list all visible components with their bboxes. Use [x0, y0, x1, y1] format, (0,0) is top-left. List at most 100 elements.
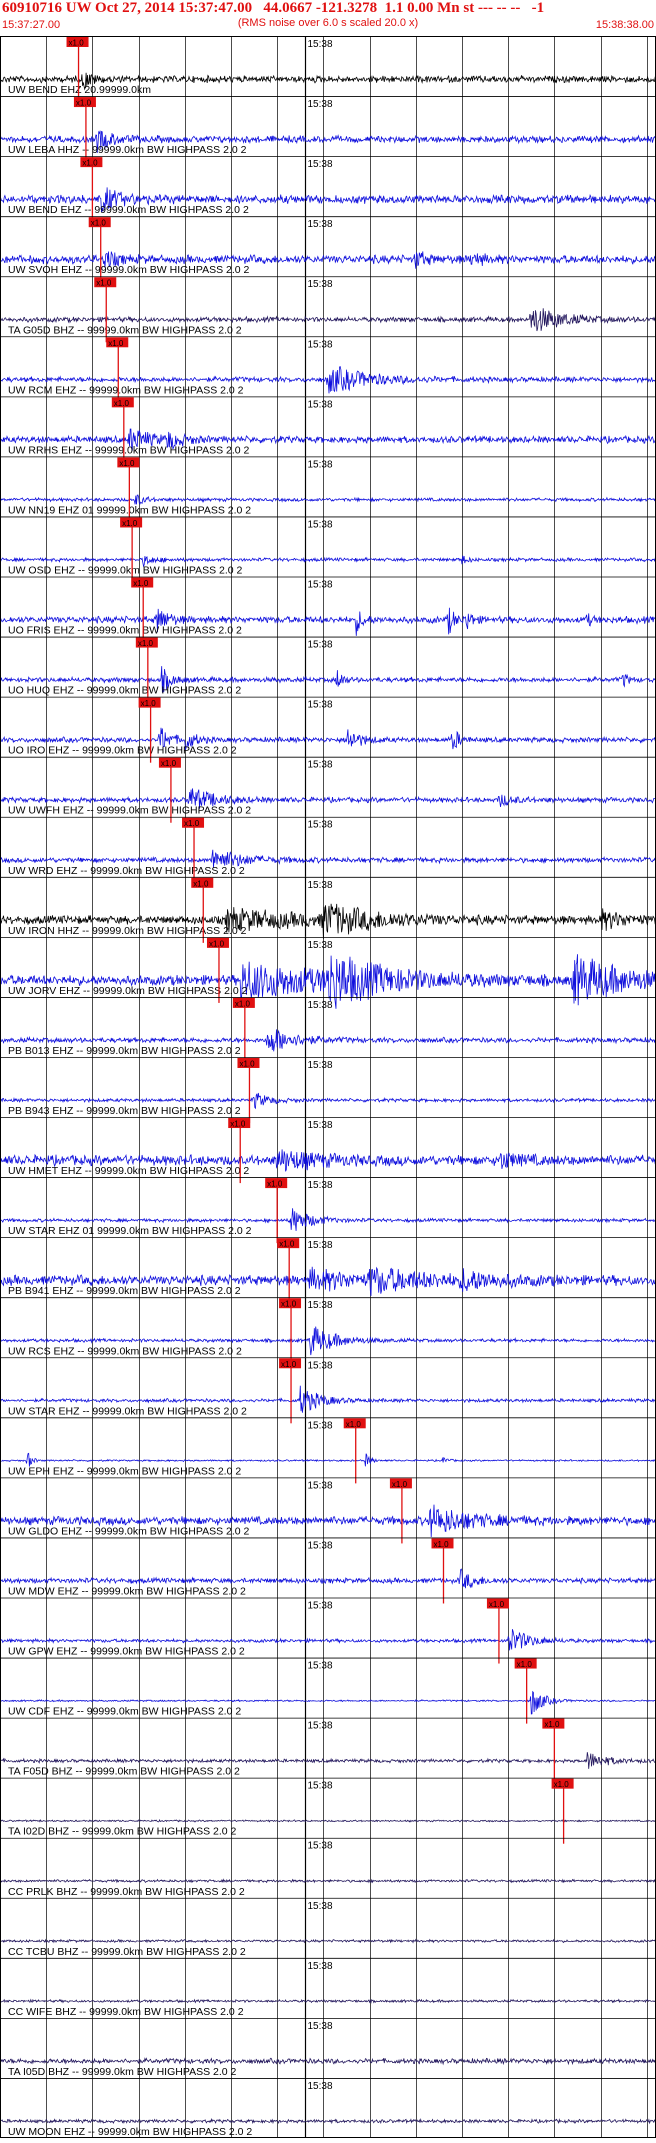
- trace-row: 15:38 PB B941 EHZ -- 99999.0km BW HIGHPAS…: [0, 1237, 656, 1304]
- station-label: UO FRIS EHZ -- 99999.0km BW HIGHPASS 2.0…: [8, 625, 242, 637]
- station-label: UO IRO EHZ -- 99999.0km BW HIGHPASS 2.0 …: [8, 745, 237, 757]
- minute-tick-label: 15:38: [308, 1360, 333, 1371]
- minute-tick-label: 15:38: [308, 519, 333, 530]
- trace-row: 15:38 UW GLDO EHZ -- 99999.0km BW HIGHPAS…: [0, 1477, 656, 1544]
- minute-tick-label: 15:38: [308, 880, 333, 891]
- pick-label: x1.0: [230, 1120, 246, 1129]
- trace-row: 15:38 TA F05D BHZ -- 99999.0km BW HIGHPAS…: [0, 1717, 656, 1784]
- pick-label: x1.0: [119, 459, 135, 468]
- station-label: UW IRON HHZ -- 99999.0km BW HIGHPASS 2.0…: [8, 925, 247, 937]
- station-label: TA G05D BHZ -- 99999.0km BW HIGHPASS 2.0…: [8, 324, 242, 336]
- trace-row: 15:38 UW LEBA HHZ -- 99999.0km BW HIGHPAS…: [0, 96, 656, 163]
- pick-label: x1.0: [184, 819, 200, 828]
- station-label: UW RCS EHZ -- 99999.0km BW HIGHPASS 2.0 …: [8, 1345, 242, 1357]
- minute-tick-label: 15:38: [308, 1901, 333, 1912]
- seismogram-plot: 15:38 UW BEND EHZ 20.99999.0km x1.0 15:38 UW…: [0, 36, 656, 2138]
- pick-label: x1.0: [346, 1420, 362, 1429]
- minute-tick-label: 15:38: [308, 399, 333, 410]
- trace-row: 15:38 PB B013 EHZ -- 99999.0km BW HIGHPAS…: [0, 996, 656, 1063]
- trace-row: 15:38 UW STAR EHZ -- 99999.0km BW HIGHPAS…: [0, 1357, 656, 1424]
- trace-row: 15:38 CC WIFE BHZ -- 99999.0km BW HIGHPAS…: [0, 1957, 656, 2018]
- station-label: CC TCBU BHZ -- 99999.0km BW HIGHPASS 2.0…: [8, 1946, 246, 1958]
- trace-row: 15:38 UO FRIS EHZ -- 99999.0km BW HIGHPAS…: [0, 576, 656, 643]
- minute-tick-label: 15:38: [308, 1420, 333, 1431]
- waveform: [0, 1938, 656, 1944]
- end-time: 15:38:38.00: [595, 19, 654, 31]
- station-label: UW EPH EHZ -- 99999.0km BW HIGHPASS 2.0 …: [8, 1465, 241, 1477]
- minute-tick-label: 15:38: [308, 39, 333, 50]
- pick-label: x1.0: [235, 999, 251, 1008]
- trace-row: 15:38 CC TCBU BHZ -- 99999.0km BW HIGHPAS…: [0, 1897, 656, 1958]
- station-label: UW CDF EHZ -- 99999.0km BW HIGHPASS 2.0 …: [8, 1706, 241, 1718]
- pick-label: x1.0: [108, 339, 124, 348]
- pick-label: x1.0: [133, 579, 149, 588]
- minute-tick-label: 15:38: [308, 159, 333, 170]
- pick-label: x1.0: [82, 159, 98, 168]
- start-time: 15:37:27.00: [2, 19, 61, 31]
- station-label: PB B943 EHZ -- 99999.0km BW HIGHPASS 2.0…: [8, 1105, 241, 1117]
- station-label: UW HMET EHZ -- 99999.0km BW HIGHPASS 2.0…: [8, 1165, 249, 1177]
- pick-label: x1.0: [489, 1600, 505, 1609]
- station-label: TA I05D BHZ -- 99999.0km BW HIGHPASS 2.0…: [8, 2066, 237, 2078]
- plot-frame: [0, 36, 656, 2138]
- pick-label: x1.0: [392, 1480, 408, 1489]
- pick-label: x1.0: [114, 399, 130, 408]
- minute-tick-label: 15:38: [308, 1240, 333, 1251]
- trace-row: 15:38 UW OSD EHZ -- 99999.0km BW HIGHPASS…: [0, 516, 656, 583]
- minute-tick-label: 15:38: [308, 1180, 333, 1191]
- station-label: UW GLDO EHZ -- 99999.0km BW HIGHPASS 2.0…: [8, 1525, 250, 1537]
- pick-label: x1.0: [267, 1180, 283, 1189]
- trace-row: 15:38 PB B943 EHZ -- 99999.0km BW HIGHPAS…: [0, 1056, 656, 1124]
- pick-label: x1.0: [281, 1360, 297, 1369]
- station-label: CC PRLK BHZ -- 99999.0km BW HIGHPASS 2.0…: [8, 1886, 245, 1898]
- minute-tick-label: 15:38: [308, 1781, 333, 1792]
- station-label: UW MDW EHZ -- 99999.0km BW HIGHPASS 2.0 …: [8, 1585, 246, 1597]
- minute-tick-label: 15:38: [308, 940, 333, 951]
- minute-tick-label: 15:38: [308, 339, 333, 350]
- trace-row: 15:38 UW RCM EHZ -- 99999.0km BW HIGHPASS…: [0, 336, 656, 403]
- trace-row: 15:38 TA G05D BHZ -- 99999.0km BW HIGHPAS…: [0, 276, 656, 343]
- station-label: UO HUQ EHZ -- 99999.0km BW HIGHPASS 2.0 …: [8, 685, 241, 697]
- waveform: [0, 1998, 656, 2004]
- minute-tick-label: 15:38: [308, 2081, 333, 2092]
- seismogram-svg: 15:38UW BEND EHZ 20.99999.0kmx1.015:38UW…: [0, 36, 656, 2138]
- minute-tick-label: 15:38: [308, 2021, 333, 2032]
- minute-tick-label: 15:38: [308, 1721, 333, 1732]
- waveform: [0, 2057, 656, 2066]
- pick-label: x1.0: [209, 939, 225, 948]
- station-label: UW BEND EHZ 20.99999.0km: [8, 84, 151, 96]
- station-label: CC WIFE BHZ -- 99999.0km BW HIGHPASS 2.0…: [8, 2006, 244, 2018]
- pick-label: x1.0: [96, 279, 112, 288]
- minute-tick-label: 15:38: [308, 1060, 333, 1071]
- station-label: PB B013 EHZ -- 99999.0km BW HIGHPASS 2.0…: [8, 1045, 241, 1057]
- pick-label: x1.0: [76, 99, 92, 108]
- trace-row: 15:38 UW GPW EHZ -- 99999.0km BW HIGHPASS…: [0, 1597, 656, 1664]
- trace-row: 15:38 CC PRLK BHZ -- 99999.0km BW HIGHPAS…: [0, 1837, 656, 1898]
- trace-row: 15:38UW NN19 EHZ 01 99999.0km BW HIGHPAS…: [0, 456, 656, 523]
- station-label: UW WRD EHZ -- 99999.0km BW HIGHPASS 2.0 …: [8, 865, 245, 877]
- pick-label: x1.0: [141, 699, 157, 708]
- minute-tick-label: 15:38: [308, 640, 333, 651]
- station-label: UW BEND EHZ -- 99999.0km BW HIGHPASS 2.0…: [8, 204, 249, 216]
- station-label: UW RRHS EHZ -- 99999.0km BW HIGHPASS 2.0…: [8, 444, 250, 456]
- trace-row: 15:38 UW BEND EHZ 20.99999.0km x1.0: [0, 36, 656, 103]
- trace-row: 15:38 UW RRHS EHZ -- 99999.0km BW HIGHPAS…: [0, 396, 656, 463]
- minute-tick-label: 15:38: [308, 1961, 333, 1972]
- pick-label: x1.0: [91, 219, 107, 228]
- pick-label: x1.0: [433, 1540, 449, 1549]
- minute-tick-label: 15:38: [308, 219, 333, 230]
- trace-row: 15:38 TA I05D BHZ -- 99999.0km BW HIGHPAS…: [0, 2017, 656, 2078]
- trace-row: 15:38 TA I02D BHZ -- 99999.0km BW HIGHPAS…: [0, 1777, 656, 1844]
- waveform: [0, 494, 656, 505]
- station-label: UW STAR EHZ -- 99999.0km BW HIGHPASS 2.0…: [8, 1405, 247, 1417]
- trace-row: 15:38 UW MOON EHZ -- 99999.0km BW HIGHPAS…: [0, 2077, 656, 2138]
- trace-row: 15:38 UW STAR EHZ 01 99999.0km BW HIGHPAS…: [0, 1177, 656, 1244]
- trace-row: 15:38 UW BEND EHZ -- 99999.0km BW HIGHPAS…: [0, 156, 656, 223]
- minute-tick-label: 15:38: [308, 700, 333, 711]
- minute-tick-label: 15:38: [308, 459, 333, 470]
- station-label: PB B941 EHZ -- 99999.0km BW HIGHPASS 2.0…: [8, 1285, 241, 1297]
- trace-row: 15:38 UW CDF EHZ -- 99999.0km BW HIGHPASS…: [0, 1657, 656, 1724]
- trace-row: 15:38 UW JORV EHZ -- 99999.0km BW HIGHPAS…: [0, 936, 656, 1009]
- trace-row: 15:38 UW SVOH EHZ -- 99999.0km BW HIGHPAS…: [0, 216, 656, 283]
- minute-tick-label: 15:38: [308, 1600, 333, 1611]
